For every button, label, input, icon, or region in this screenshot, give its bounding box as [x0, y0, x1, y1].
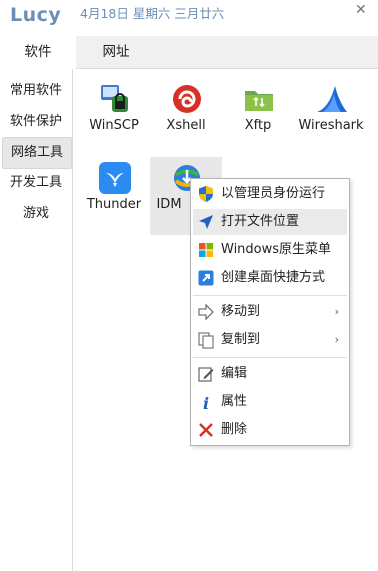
- category-sidebar: 常用软件 软件保护 网络工具 开发工具 游戏: [0, 69, 73, 571]
- submenu-arrow-icon: ›: [334, 305, 339, 318]
- menu-item-open-file-location[interactable]: 打开文件位置: [193, 209, 347, 235]
- xshell-icon: [173, 85, 201, 113]
- navigate-arrow-icon: [199, 215, 213, 229]
- copy-icon: [198, 332, 214, 349]
- menu-separator: [193, 295, 347, 296]
- edit-icon: [198, 367, 214, 382]
- tab-software[interactable]: 软件: [0, 36, 76, 69]
- menu-item-label: 删除: [221, 422, 248, 437]
- tab-websites[interactable]: 网址: [78, 36, 154, 68]
- app-tile-wireshark[interactable]: Wireshark: [295, 68, 367, 144]
- menu-item-copy-to[interactable]: 复制到 ›: [193, 327, 347, 353]
- menu-item-properties[interactable]: i 属性: [193, 389, 347, 415]
- shield-icon: [199, 186, 213, 202]
- move-arrow-icon: [198, 303, 214, 321]
- windows-logo-icon: [199, 243, 213, 257]
- context-menu: 以管理员身份运行 打开文件位置 Windows原生菜单 创建桌面快捷方式 移动到…: [190, 178, 350, 446]
- submenu-arrow-icon: ›: [334, 333, 339, 346]
- xftp-icon: [245, 91, 273, 111]
- app-label: Xftp: [244, 118, 272, 133]
- close-icon[interactable]: ✕: [355, 2, 367, 18]
- menu-item-label: 复制到: [221, 332, 261, 347]
- menu-item-label: 属性: [221, 394, 248, 409]
- menu-item-label: Windows原生菜单: [221, 242, 332, 257]
- svg-text:i: i: [203, 394, 209, 411]
- menu-item-label: 编辑: [221, 366, 248, 381]
- menu-item-label: 打开文件位置: [221, 214, 300, 229]
- app-name: Lucy: [10, 4, 62, 26]
- shortcut-icon: [198, 270, 214, 286]
- app-tile-xshell[interactable]: Xshell: [150, 68, 222, 144]
- menu-item-run-as-admin[interactable]: 以管理员身份运行: [193, 181, 347, 207]
- wireshark-icon: [317, 86, 347, 112]
- menu-item-label: 移动到: [221, 304, 261, 319]
- sidebar-item-software-protection[interactable]: 软件保护: [0, 107, 72, 137]
- sidebar-item-network-tools[interactable]: 网络工具: [2, 137, 72, 169]
- info-icon: i: [203, 394, 209, 411]
- app-label: Xshell: [166, 118, 206, 133]
- tab-bar: 软件 网址: [0, 36, 378, 69]
- date-display: 4月18日 星期六 三月廿六: [80, 6, 225, 21]
- sidebar-item-common-software[interactable]: 常用软件: [0, 76, 72, 106]
- menu-item-create-desktop-shortcut[interactable]: 创建桌面快捷方式: [193, 265, 347, 291]
- sidebar-item-dev-tools[interactable]: 开发工具: [0, 168, 72, 198]
- menu-item-move-to[interactable]: 移动到 ›: [193, 299, 347, 325]
- title-bar: Lucy 4月18日 星期六 三月廿六 ✕: [0, 0, 378, 36]
- sidebar-item-games[interactable]: 游戏: [0, 199, 72, 229]
- app-tile-xftp[interactable]: Xftp: [222, 68, 294, 144]
- menu-separator: [193, 357, 347, 358]
- thunder-icon: [99, 162, 131, 194]
- menu-item-label: 以管理员身份运行: [221, 186, 326, 201]
- menu-item-windows-native-menu[interactable]: Windows原生菜单: [193, 237, 347, 263]
- app-label: Wireshark: [298, 118, 364, 133]
- app-label: WinSCP: [89, 118, 139, 133]
- app-tile-winscp[interactable]: WinSCP: [78, 68, 150, 144]
- menu-item-edit[interactable]: 编辑: [193, 361, 347, 387]
- menu-item-delete[interactable]: 删除: [193, 417, 347, 443]
- winscp-icon: [101, 85, 128, 112]
- menu-item-label: 创建桌面快捷方式: [221, 270, 326, 285]
- delete-x-icon: [199, 423, 213, 437]
